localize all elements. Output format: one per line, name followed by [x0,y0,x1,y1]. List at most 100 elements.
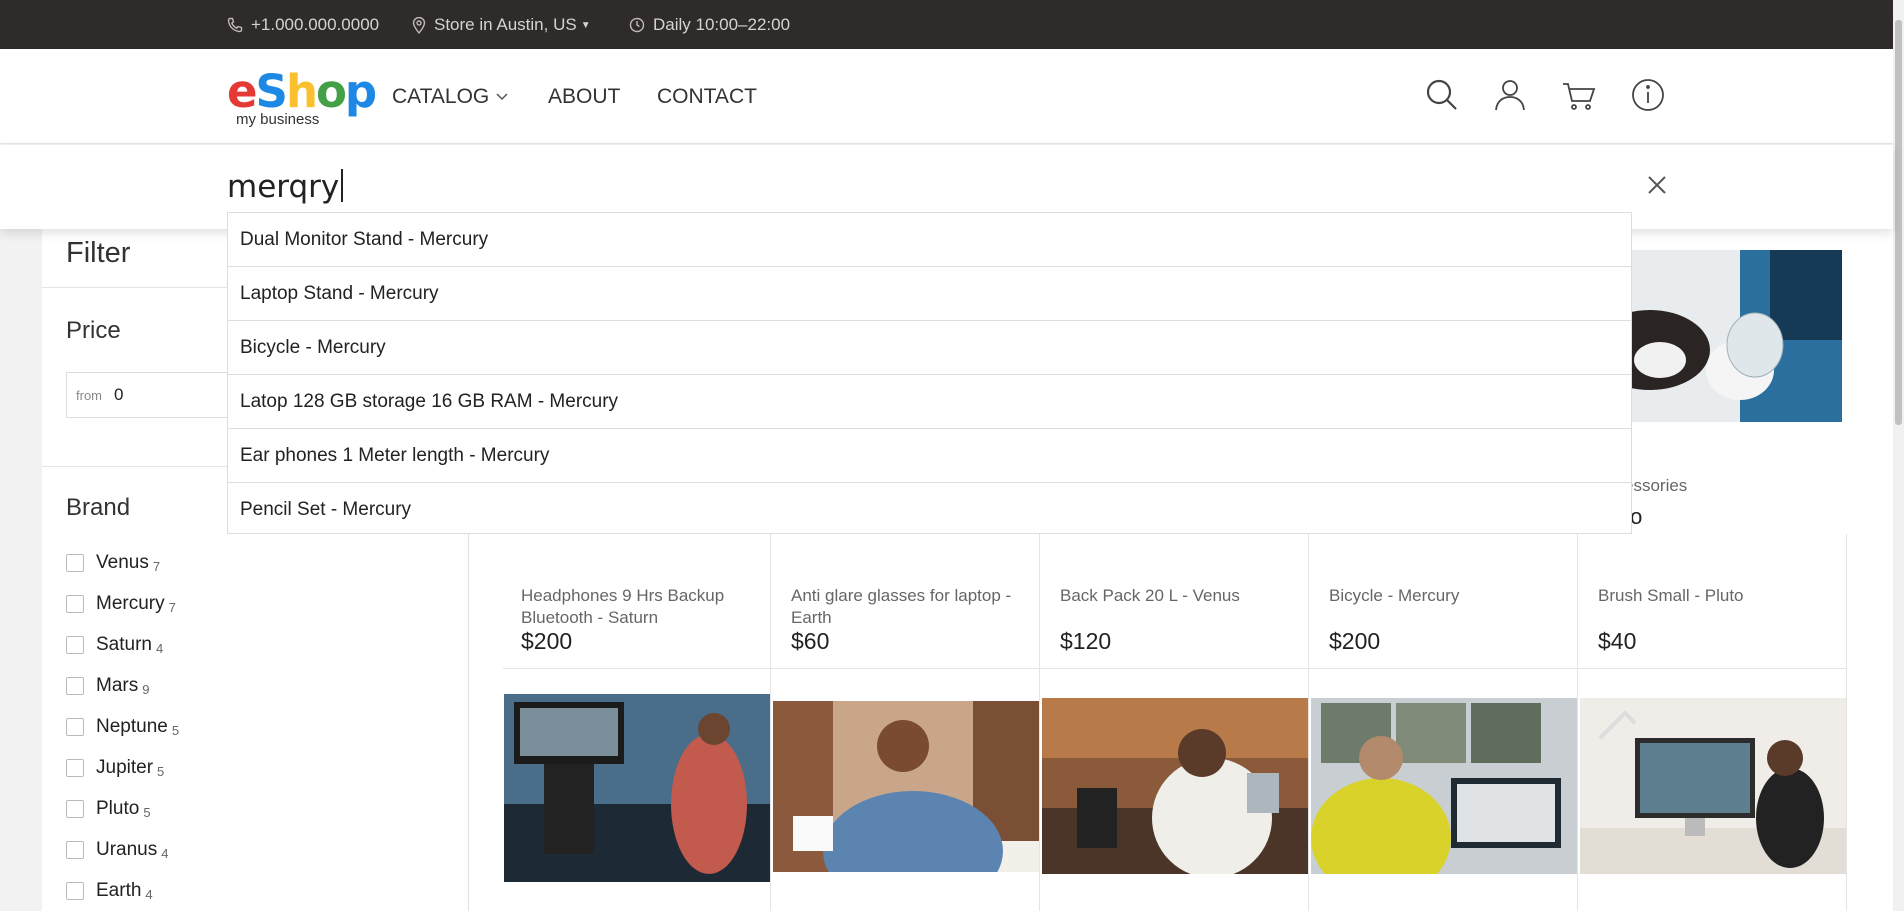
price-from-value: 0 [114,385,124,404]
checkbox[interactable] [66,595,84,613]
brand-option-venus[interactable]: Venus 7 [66,552,160,574]
divider [1308,534,1309,911]
main-header: eShop my business CATALOG ABOUT CONTACT [0,49,1893,144]
divider [1039,534,1040,911]
phone-info[interactable]: +1.000.000.0000 [227,15,379,35]
phone-number: +1.000.000.0000 [251,15,380,34]
user-icon[interactable] [1492,77,1528,113]
nav-catalog[interactable]: CATALOG [392,85,509,109]
product-image[interactable] [1311,698,1577,874]
product-image[interactable] [773,701,1039,872]
brand-name: Saturn [96,634,152,655]
hours-label: Daily 10:00–22:00 [653,15,791,34]
checkbox[interactable] [66,554,84,572]
product-price: $200 [1329,628,1381,654]
caret-down-icon: ▼ [580,19,591,31]
nav-contact[interactable]: CONTACT [657,85,757,109]
brand-name: Mars [96,675,139,696]
store-selector[interactable]: Store in Austin, US ▼ [412,15,591,35]
nav-contact-label: CONTACT [657,85,757,108]
brand-count: 7 [152,558,161,574]
search-icon[interactable] [1424,77,1460,113]
hours-info: Daily 10:00–22:00 [629,15,790,35]
brand-option-earth[interactable]: Earth 4 [66,880,153,902]
phone-icon [227,17,243,33]
divider [503,668,1847,669]
checkbox[interactable] [66,841,84,859]
checkbox[interactable] [66,882,84,900]
top-info-bar: +1.000.000.0000 Store in Austin, US ▼ Da… [0,0,1904,49]
search-input[interactable]: merqry [227,169,344,205]
brand-name: Mercury [96,593,165,614]
location-pin-icon [412,16,426,34]
checkbox[interactable] [66,718,84,736]
product-image[interactable] [1620,250,1842,422]
suggestion-item[interactable]: Latop 128 GB storage 16 GB RAM - Mercury [228,375,1631,429]
suggestion-item[interactable]: Ear phones 1 Meter length - Mercury [228,429,1631,483]
nav-about-label: ABOUT [548,85,621,108]
brand-count: 4 [155,640,164,656]
product-price: $200 [521,628,573,654]
brand-name: Jupiter [96,757,154,778]
scrollbar-thumb[interactable] [1895,20,1902,425]
price-heading: Price [66,317,121,344]
search-suggestions: Dual Monitor Stand - Mercury Laptop Stan… [227,212,1632,534]
product-image[interactable] [1042,698,1308,874]
logo-wordmark: eShop [227,65,377,118]
nav-about[interactable]: ABOUT [548,85,620,109]
text-caret [341,169,344,202]
brand-name: Uranus [96,839,158,860]
brand-count: 4 [145,886,153,902]
checkbox[interactable] [66,800,84,818]
close-search-icon[interactable] [1645,173,1669,197]
checkbox[interactable] [66,636,84,654]
info-icon[interactable] [1630,77,1666,113]
divider [770,534,771,911]
brand-count: 4 [161,845,169,861]
brand-count: 5 [171,722,180,738]
suggestion-item[interactable]: Dual Monitor Stand - Mercury [228,213,1631,267]
brand-name: Earth [96,880,142,901]
brand-option-pluto[interactable]: Pluto 5 [66,798,151,820]
clock-icon [629,17,645,33]
brand-name: Neptune [96,716,168,737]
product-price: $60 [791,628,830,654]
product-name[interactable]: Brush Small - Pluto [1598,585,1828,607]
brand-heading: Brand [66,494,131,521]
product-price: $40 [1598,628,1637,654]
suggestion-item[interactable]: Pencil Set - Mercury [228,483,1631,537]
checkbox[interactable] [66,677,84,695]
brand-option-jupiter[interactable]: Jupiter 5 [66,757,164,779]
store-label: Store in Austin, US [434,15,577,34]
eshop-logo[interactable]: eShop my business [227,65,377,129]
brand-option-neptune[interactable]: Neptune 5 [66,716,179,738]
product-price: $120 [1060,628,1112,654]
brand-option-saturn[interactable]: Saturn 4 [66,634,163,656]
price-from-label: from [76,387,102,403]
filter-title: Filter [66,237,131,269]
nav-catalog-label: CATALOG [392,85,490,108]
product-name[interactable]: Headphones 9 Hrs Backup Bluetooth - Satu… [521,585,751,629]
brand-count: 7 [168,599,176,615]
product-image[interactable] [504,694,770,882]
cart-icon[interactable] [1561,77,1597,113]
brand-option-uranus[interactable]: Uranus 4 [66,839,168,861]
product-category: essories [1624,476,1688,495]
divider [1846,534,1847,911]
product-name[interactable]: Bicycle - Mercury [1329,585,1559,607]
product-name[interactable]: Back Pack 20 L - Venus [1060,585,1290,607]
suggestion-item[interactable]: Bicycle - Mercury [228,321,1631,375]
brand-option-mercury[interactable]: Mercury 7 [66,593,176,615]
chevron-down-icon [496,93,508,101]
checkbox[interactable] [66,759,84,777]
suggestion-item[interactable]: Laptop Stand - Mercury [228,267,1631,321]
brand-count: 5 [157,763,165,779]
brand-name: Pluto [96,798,140,819]
brand-count: 9 [142,681,150,697]
brand-name: Venus [96,552,149,573]
divider [1577,534,1578,911]
brand-count: 5 [143,804,151,820]
brand-option-mars[interactable]: Mars 9 [66,675,149,697]
product-name[interactable]: Anti glare glasses for laptop - Earth [791,585,1021,629]
product-image[interactable] [1580,698,1846,874]
